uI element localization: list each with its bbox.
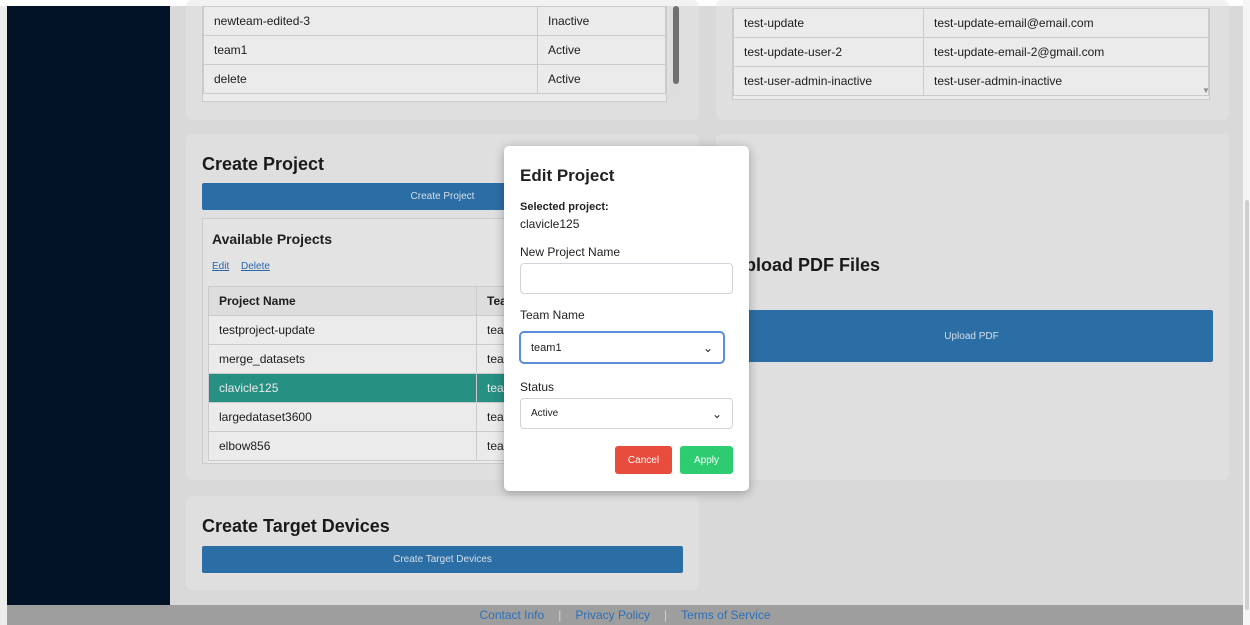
selected-project-value: clavicle125: [520, 217, 580, 231]
team-name-label: Team Name: [520, 308, 585, 322]
page-scrollbar-thumb[interactable]: [1245, 200, 1249, 610]
new-project-name-label: New Project Name: [520, 245, 621, 259]
cancel-button[interactable]: Cancel: [615, 446, 672, 474]
team-name-select[interactable]: team1 ⌄: [520, 332, 724, 363]
status-select[interactable]: Active ⌄: [520, 398, 733, 429]
footer: Contact Info | Privacy Policy | Terms of…: [7, 605, 1243, 625]
status-label: Status: [520, 380, 555, 394]
edit-project-modal: Edit Project Selected project: clavicle1…: [504, 146, 749, 491]
chevron-down-icon: ⌄: [702, 340, 713, 355]
chevron-down-icon: ⌄: [711, 406, 722, 421]
team-name-selected-value: team1: [531, 341, 562, 354]
terms-of-service-link[interactable]: Terms of Service: [667, 608, 784, 622]
contact-info-link[interactable]: Contact Info: [465, 608, 558, 622]
apply-button[interactable]: Apply: [680, 446, 733, 474]
status-selected-value: Active: [531, 408, 559, 419]
selected-project-label: Selected project:: [520, 201, 609, 213]
privacy-policy-link[interactable]: Privacy Policy: [561, 608, 664, 622]
new-project-name-input[interactable]: [520, 263, 733, 294]
page-scrollbar[interactable]: [1243, 0, 1250, 625]
modal-title: Edit Project: [520, 166, 615, 185]
